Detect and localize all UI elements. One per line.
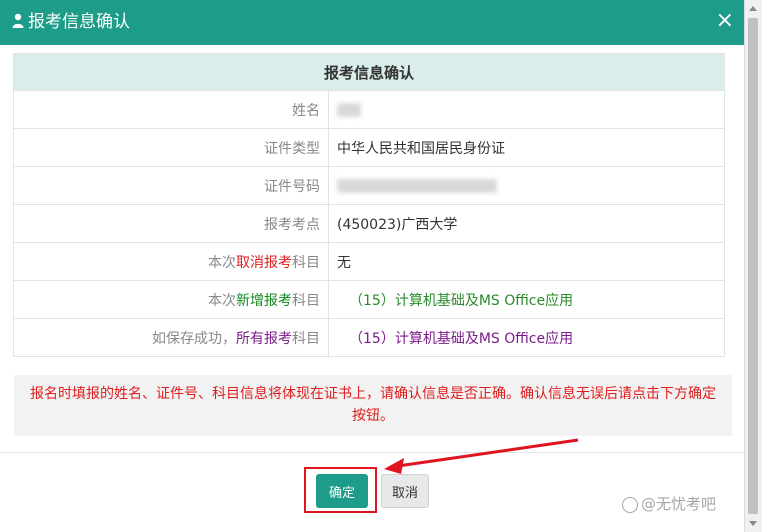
- label-prefix: 如保存成功，: [152, 330, 236, 347]
- watermark: @无忧考吧: [622, 493, 716, 514]
- watermark-logo-icon: [622, 496, 638, 513]
- redacted-id-number: [337, 178, 497, 193]
- table-header: 报考信息确认: [13, 53, 725, 91]
- user-icon: [12, 13, 24, 28]
- cancel-subjects-label: 本次取消报考科目: [13, 242, 329, 281]
- id-number-label: 证件号码: [13, 166, 329, 205]
- scroll-up-arrow-icon[interactable]: [749, 6, 757, 11]
- exam-info-table: 报考信息确认 姓名 证件类型 中华人民共和国居民身份证 证件号码 报考考点 (4…: [13, 53, 725, 357]
- dialog-title-bar: 报考信息确认 ×: [0, 0, 744, 45]
- table-row: 证件类型 中华人民共和国居民身份证: [13, 128, 725, 167]
- footer-divider: [0, 452, 744, 453]
- new-subjects-value: （15）计算机基础及MS Office应用: [328, 280, 725, 319]
- redacted-name: [337, 102, 361, 117]
- scroll-down-arrow-icon[interactable]: [749, 521, 757, 526]
- table-row: 姓名: [13, 90, 725, 129]
- name-value: [328, 90, 725, 129]
- close-icon[interactable]: ×: [716, 10, 734, 32]
- dialog-title: 报考信息确认: [28, 12, 130, 32]
- table-row: 本次新增报考科目 （15）计算机基础及MS Office应用: [13, 280, 725, 319]
- id-type-label: 证件类型: [13, 128, 329, 167]
- exam-site-value: (450023)广西大学: [328, 204, 725, 243]
- label-prefix: 本次: [208, 292, 236, 309]
- table-row: 如保存成功，所有报考科目 （15）计算机基础及MS Office应用: [13, 318, 725, 357]
- exam-site-label: 报考考点: [13, 204, 329, 243]
- label-suffix: 科目: [292, 292, 320, 309]
- all-subjects-value: （15）计算机基础及MS Office应用: [328, 318, 725, 357]
- label-suffix: 科目: [292, 254, 320, 271]
- label-highlight: 所有报考: [236, 330, 292, 347]
- table-row: 报考考点 (450023)广西大学: [13, 204, 725, 243]
- table-row: 本次取消报考科目 无: [13, 242, 725, 281]
- cancel-button[interactable]: 取消: [381, 474, 429, 508]
- vertical-scrollbar[interactable]: [744, 0, 762, 532]
- cancel-subjects-value: 无: [328, 242, 725, 281]
- confirm-button[interactable]: 确定: [316, 474, 368, 508]
- label-highlight: 新增报考: [236, 292, 292, 309]
- watermark-text: @无忧考吧: [641, 495, 717, 513]
- scrollbar-thumb[interactable]: [748, 18, 758, 514]
- name-label: 姓名: [13, 90, 329, 129]
- new-subjects-label: 本次新增报考科目: [13, 280, 329, 319]
- confirmation-notice: 报名时填报的姓名、证件号、科目信息将体现在证书上，请确认信息是否正确。确认信息无…: [14, 375, 732, 436]
- label-highlight: 取消报考: [236, 254, 292, 271]
- id-number-value: [328, 166, 725, 205]
- label-suffix: 科目: [292, 330, 320, 347]
- id-type-value: 中华人民共和国居民身份证: [328, 128, 725, 167]
- table-row: 证件号码: [13, 166, 725, 205]
- all-subjects-label: 如保存成功，所有报考科目: [13, 318, 329, 357]
- label-prefix: 本次: [208, 254, 236, 271]
